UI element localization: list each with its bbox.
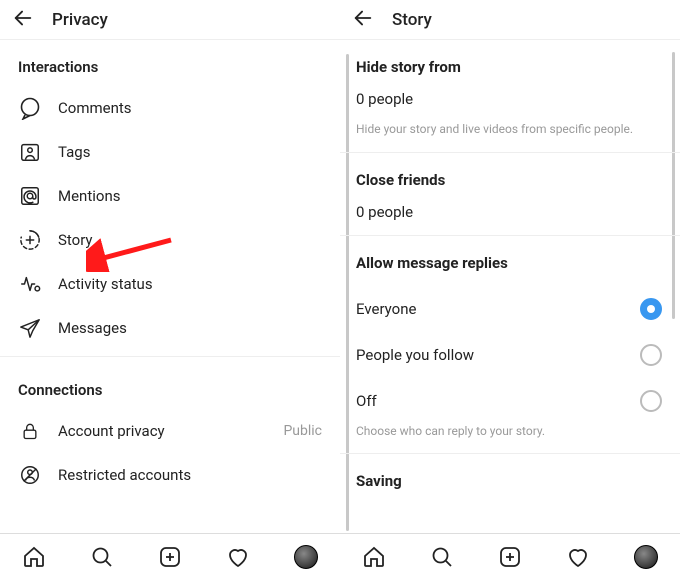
- radio-icon: [640, 344, 662, 366]
- add-post-icon[interactable]: [158, 545, 182, 569]
- replies-help: Choose who can reply to your story.: [356, 424, 662, 454]
- home-icon[interactable]: [362, 545, 386, 569]
- mention-icon: [18, 184, 42, 208]
- profile-avatar[interactable]: [294, 545, 318, 569]
- radio-off[interactable]: Off: [356, 378, 662, 424]
- tag-icon: [18, 140, 42, 164]
- add-post-icon[interactable]: [498, 545, 522, 569]
- row-label: Story: [58, 231, 322, 249]
- search-icon[interactable]: [90, 545, 114, 569]
- saving-title: Saving: [356, 454, 662, 504]
- radio-label: Everyone: [356, 300, 416, 318]
- row-story[interactable]: Story: [18, 218, 322, 262]
- row-tags[interactable]: Tags: [18, 130, 322, 174]
- row-label: Messages: [58, 319, 322, 337]
- row-messages[interactable]: Messages: [18, 306, 322, 350]
- row-label: Activity status: [58, 275, 322, 293]
- close-friends-value: 0 people: [356, 203, 662, 235]
- hide-story-value: 0 people: [356, 90, 662, 122]
- row-mentions[interactable]: Mentions: [18, 174, 322, 218]
- profile-avatar[interactable]: [634, 545, 658, 569]
- back-icon[interactable]: [352, 7, 374, 33]
- row-label: Account privacy: [58, 422, 267, 440]
- bottom-nav: [0, 533, 340, 579]
- section-title-connections: Connections: [18, 363, 322, 409]
- home-icon[interactable]: [22, 545, 46, 569]
- close-friends-title[interactable]: Close friends: [356, 153, 662, 203]
- radio-label: Off: [356, 392, 377, 410]
- story-header: Story: [340, 0, 680, 40]
- row-restricted-accounts[interactable]: Restricted accounts: [18, 453, 322, 497]
- radio-label: People you follow: [356, 346, 474, 364]
- radio-icon: [640, 298, 662, 320]
- row-trailing: Public: [283, 423, 322, 439]
- heart-icon[interactable]: [226, 545, 250, 569]
- row-label: Mentions: [58, 187, 322, 205]
- messages-icon: [18, 316, 42, 340]
- row-comments[interactable]: Comments: [18, 86, 322, 130]
- privacy-pane: Privacy Interactions Comments Tags: [0, 0, 340, 579]
- hide-story-title[interactable]: Hide story from: [356, 40, 662, 90]
- radio-everyone[interactable]: Everyone: [356, 286, 662, 332]
- back-icon[interactable]: [12, 7, 34, 33]
- row-label: Restricted accounts: [58, 466, 322, 484]
- radio-icon: [640, 390, 662, 412]
- story-icon: [18, 228, 42, 252]
- hide-story-help: Hide your story and live videos from spe…: [356, 122, 662, 152]
- row-account-privacy[interactable]: Account privacy Public: [18, 409, 322, 453]
- row-label: Tags: [58, 143, 322, 161]
- privacy-header: Privacy: [0, 0, 340, 40]
- heart-icon[interactable]: [566, 545, 590, 569]
- replies-title: Allow message replies: [356, 236, 662, 286]
- restricted-icon: [18, 463, 42, 487]
- row-activity-status[interactable]: Activity status: [18, 262, 322, 306]
- page-title: Story: [392, 10, 432, 30]
- section-title-interactions: Interactions: [18, 40, 322, 86]
- bottom-nav: [340, 533, 680, 579]
- row-label: Comments: [58, 99, 322, 117]
- story-pane: Story Hide story from 0 people Hide your…: [340, 0, 680, 579]
- activity-icon: [18, 272, 42, 296]
- radio-people-you-follow[interactable]: People you follow: [356, 332, 662, 378]
- page-title: Privacy: [52, 10, 108, 30]
- comment-icon: [18, 96, 42, 120]
- search-icon[interactable]: [430, 545, 454, 569]
- lock-icon: [18, 419, 42, 443]
